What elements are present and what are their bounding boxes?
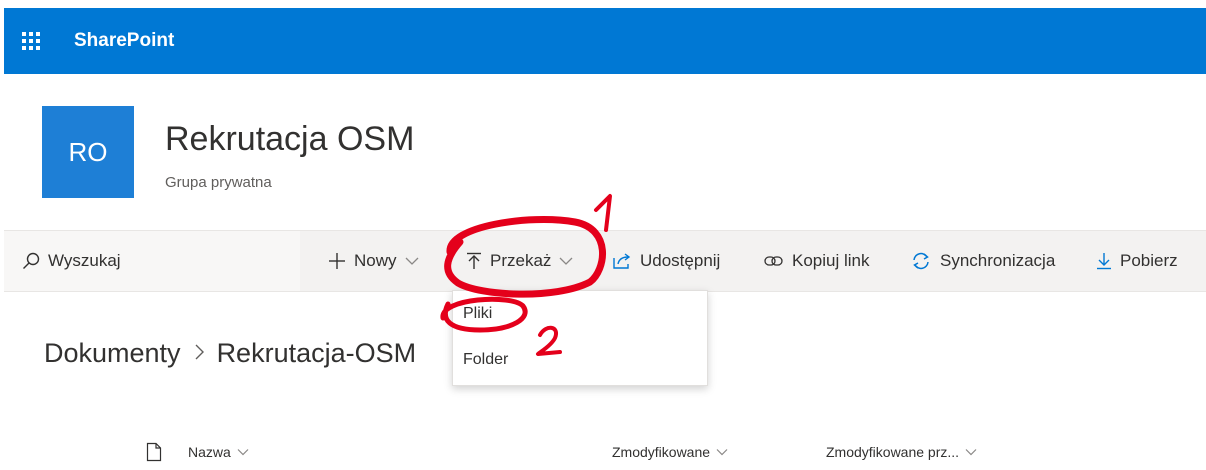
upload-button-label: Przekaż xyxy=(490,251,552,270)
chevron-right-icon xyxy=(193,340,205,368)
annotation-step-1: 1 xyxy=(0,0,1,1)
breadcrumb-current: Rekrutacja-OSM xyxy=(216,338,417,368)
chevron-down-icon xyxy=(237,448,249,456)
list-header: Nazwa Zmodyfikowane Zmodyfikowane prz... xyxy=(0,440,1206,470)
site-logo[interactable]: RO xyxy=(42,106,134,198)
chevron-down-icon xyxy=(716,448,728,456)
search-icon xyxy=(23,252,40,269)
share-button[interactable]: Udostępnij xyxy=(612,231,720,291)
copy-link-button[interactable]: Kopiuj link xyxy=(764,231,870,291)
menu-item-folder[interactable]: Folder xyxy=(463,351,508,369)
chevron-down-icon xyxy=(965,448,977,456)
column-modified-by-label: Zmodyfikowane prz... xyxy=(826,444,960,460)
upload-icon xyxy=(466,252,482,270)
share-button-label: Udostępnij xyxy=(640,251,721,270)
plus-icon xyxy=(328,252,346,270)
menu-item-files[interactable]: Pliki xyxy=(463,305,492,323)
command-bar: Wyszukaj Nowy Przekaż Udostępnij Kopiuj … xyxy=(4,230,1206,292)
sync-button[interactable]: Synchronizacja xyxy=(910,231,1055,291)
brand-name[interactable]: SharePoint xyxy=(74,30,174,52)
chevron-down-icon xyxy=(405,256,419,266)
column-modified[interactable]: Zmodyfikowane xyxy=(612,444,728,460)
app-launcher-icon[interactable] xyxy=(22,31,42,51)
download-button[interactable]: Pobierz xyxy=(1096,231,1178,291)
share-icon xyxy=(612,252,632,270)
new-button-label: Nowy xyxy=(354,251,397,270)
column-modified-by[interactable]: Zmodyfikowane prz... xyxy=(826,444,977,460)
breadcrumb: Dokumenty Rekrutacja-OSM xyxy=(44,338,416,369)
download-button-label: Pobierz xyxy=(1120,251,1178,270)
download-icon xyxy=(1096,252,1112,270)
search-placeholder: Wyszukaj xyxy=(48,251,121,270)
suite-bar: SharePoint xyxy=(4,8,1206,74)
column-name-label: Nazwa xyxy=(188,444,231,460)
breadcrumb-root[interactable]: Dokumenty xyxy=(44,338,181,369)
sync-button-label: Synchronizacja xyxy=(940,251,1056,270)
copy-link-button-label: Kopiuj link xyxy=(792,251,870,270)
upload-button[interactable]: Przekaż xyxy=(466,231,573,291)
sync-icon xyxy=(910,251,932,271)
link-icon xyxy=(764,254,784,268)
file-type-icon[interactable] xyxy=(146,442,162,462)
column-modified-label: Zmodyfikowane xyxy=(612,444,711,460)
site-subtitle: Grupa prywatna xyxy=(165,174,272,191)
upload-menu: Pliki Folder xyxy=(452,290,708,386)
site-title[interactable]: Rekrutacja OSM xyxy=(165,120,414,159)
annotation-step-2: 2 xyxy=(0,0,1,1)
column-name[interactable]: Nazwa xyxy=(188,444,249,460)
search-box[interactable]: Wyszukaj xyxy=(4,231,300,291)
new-button[interactable]: Nowy xyxy=(328,231,419,291)
chevron-down-icon xyxy=(559,256,573,266)
